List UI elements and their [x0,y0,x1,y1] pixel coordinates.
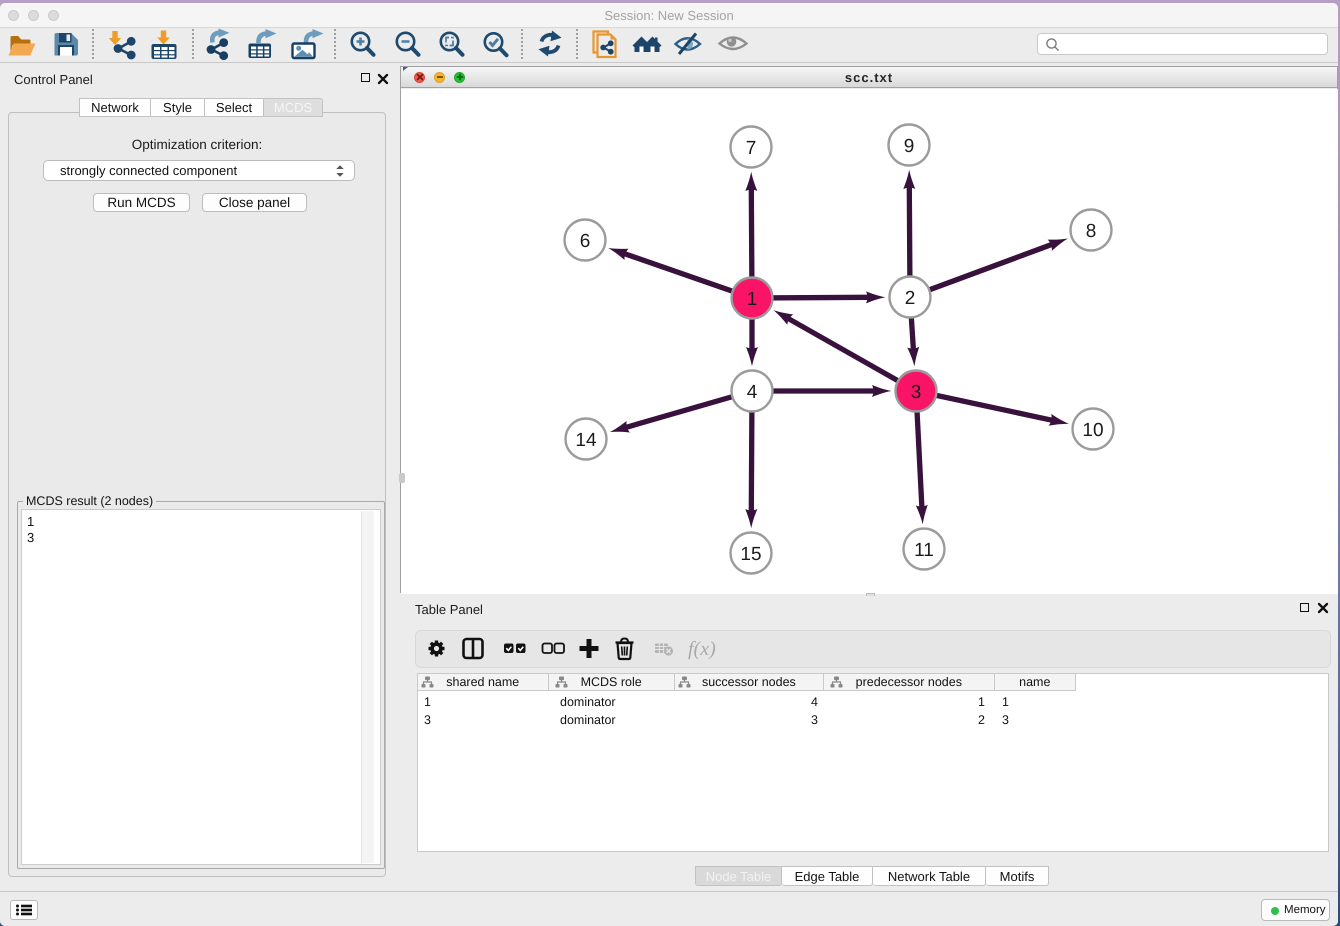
svg-text:2: 2 [905,288,916,309]
svg-text:14: 14 [575,430,597,451]
svg-text:15: 15 [740,544,761,565]
svg-text:4: 4 [747,382,758,403]
svg-text:9: 9 [904,136,915,157]
svg-text:10: 10 [1082,420,1103,441]
svg-text:f(x): f(x) [688,638,716,660]
svg-text:1: 1 [747,289,758,310]
svg-text:6: 6 [580,231,591,252]
svg-text:3: 3 [911,382,922,403]
svg-text:11: 11 [914,540,934,561]
svg-text:8: 8 [1086,221,1097,242]
svg-text:7: 7 [746,138,757,159]
